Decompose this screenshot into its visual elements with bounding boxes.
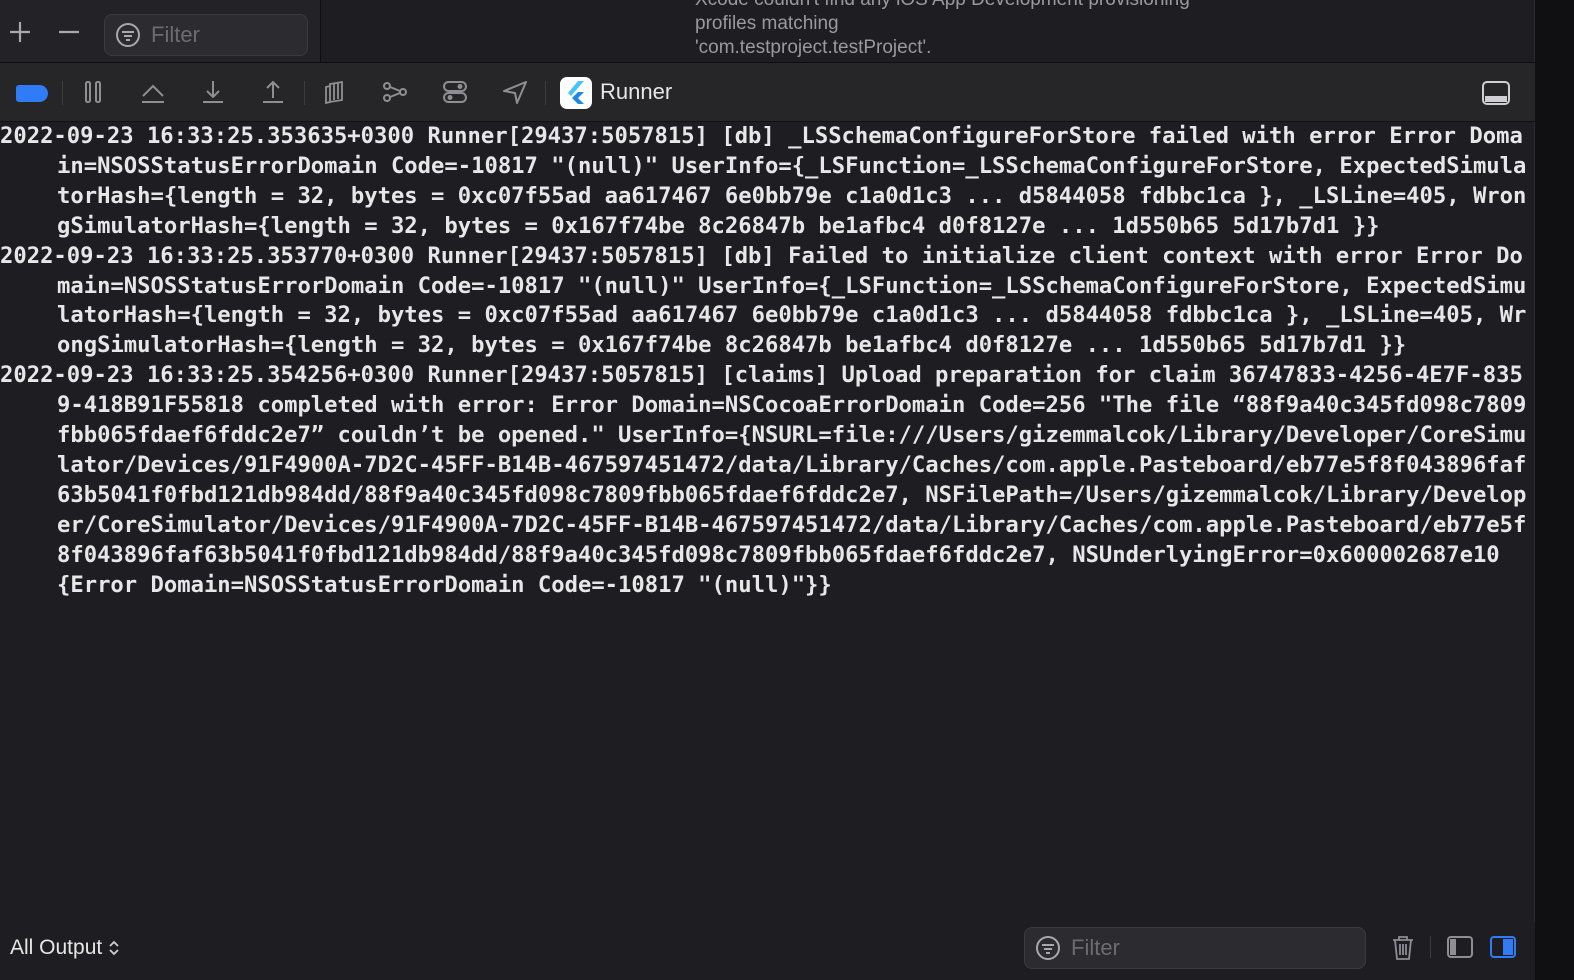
show-console-button[interactable]	[1488, 932, 1518, 962]
memory-graph-button[interactable]	[380, 77, 410, 107]
step-into-button[interactable]	[198, 77, 228, 107]
trash-icon	[1393, 936, 1413, 960]
log-entry: 2022-09-23 16:33:25.353770+0300 Runner[2…	[0, 242, 1527, 359]
scheme-name[interactable]: Runner	[600, 79, 672, 105]
hide-debug-area-button[interactable]	[1480, 77, 1512, 109]
top-strip: Xcode couldn't find any iOS App Developm…	[0, 0, 1574, 62]
plus-icon	[10, 22, 30, 42]
console-output[interactable]: 2022-09-23 16:33:25.353635+0300 Runner[2…	[0, 122, 1533, 922]
step-over-icon	[142, 84, 164, 103]
issue-message: Xcode couldn't find any iOS App Developm…	[695, 0, 1190, 58]
left-panel-icon	[1447, 936, 1473, 958]
step-over-button[interactable]	[138, 77, 168, 107]
console-footer: All Output	[0, 922, 1535, 980]
bottom-panel-icon	[1482, 81, 1510, 105]
show-variables-button[interactable]	[1445, 932, 1475, 962]
clear-console-button[interactable]	[1388, 932, 1418, 962]
right-panel-icon	[1490, 936, 1516, 958]
navigator-footer	[0, 0, 321, 62]
pause-button[interactable]	[78, 77, 108, 107]
step-into-icon	[203, 81, 223, 103]
breakpoints-toggle[interactable]	[16, 85, 48, 102]
toggles-icon	[443, 81, 467, 103]
view-hierarchy-button[interactable]	[320, 77, 350, 107]
console-filter-input[interactable]	[1069, 934, 1213, 962]
navigator-filter[interactable]	[104, 14, 308, 56]
filter-icon	[116, 23, 140, 47]
footer-divider	[1430, 936, 1431, 958]
minus-icon	[59, 30, 79, 34]
remove-button[interactable]	[57, 20, 81, 44]
output-selector-label: All Output	[10, 936, 103, 959]
step-out-button[interactable]	[258, 77, 288, 107]
simulate-location-button[interactable]	[500, 77, 530, 107]
toolbar-divider	[62, 81, 63, 105]
chevron-up-down-icon	[109, 940, 119, 956]
console-filter[interactable]	[1024, 927, 1366, 969]
memory-graph-icon	[383, 82, 407, 102]
navigator-filter-input[interactable]	[149, 21, 293, 49]
inspector-edge	[1534, 0, 1574, 980]
debug-toolbar: Runner	[0, 62, 1535, 122]
filter-icon	[1036, 936, 1060, 960]
add-button[interactable]	[8, 20, 32, 44]
pause-icon	[85, 81, 101, 103]
layers-icon	[325, 80, 343, 105]
toolbar-divider	[545, 81, 546, 105]
toolbar-divider	[304, 81, 305, 105]
step-out-icon	[263, 80, 283, 103]
flutter-app-icon	[560, 77, 592, 109]
location-arrow-icon	[503, 81, 527, 104]
log-entry: 2022-09-23 16:33:25.354256+0300 Runner[2…	[0, 362, 1527, 598]
log-entry: 2022-09-23 16:33:25.353635+0300 Runner[2…	[0, 123, 1527, 239]
environment-overrides-button[interactable]	[440, 77, 470, 107]
output-selector[interactable]: All Output	[10, 936, 120, 960]
